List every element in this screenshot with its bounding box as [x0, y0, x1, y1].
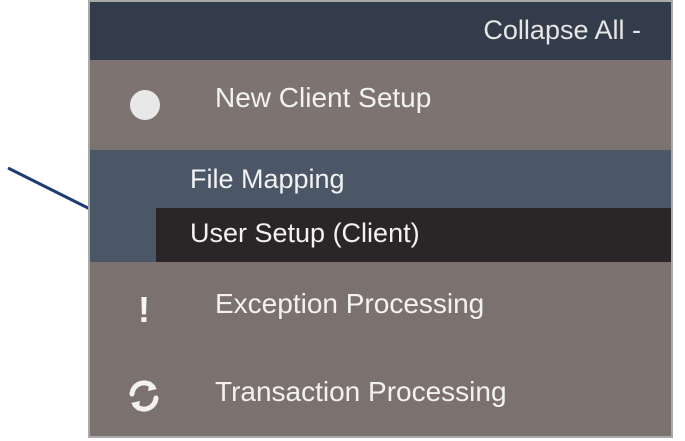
submenu-item-user-setup-client[interactable]: User Setup (Client) [156, 208, 671, 262]
navigation-panel: Collapse All - New Client Setup File Map… [88, 0, 673, 438]
exclamation-icon: ! [138, 289, 150, 330]
submenu-item-label: File Mapping [190, 164, 345, 194]
menu-item-label: New Client Setup [215, 82, 432, 113]
panel-header: Collapse All - [90, 2, 671, 60]
submenu-item-label: User Setup (Client) [190, 218, 420, 248]
menu-item-new-client-setup[interactable]: New Client Setup [90, 60, 671, 146]
sync-icon [129, 380, 159, 412]
menu-item-exception-processing[interactable]: ! Exception Processing [90, 264, 671, 352]
submenu-new-client-setup: File Mapping User Setup (Client) [90, 150, 671, 262]
menu-item-label: Exception Processing [215, 288, 485, 319]
menu-item-transaction-processing[interactable]: Transaction Processing [90, 352, 671, 436]
circle-icon [130, 90, 160, 120]
collapse-all-button[interactable]: Collapse All - [483, 12, 641, 48]
submenu-item-file-mapping[interactable]: File Mapping [90, 150, 671, 208]
screenshot-stage: Collapse All - New Client Setup File Map… [0, 0, 685, 441]
menu-item-label: Transaction Processing [215, 376, 507, 407]
